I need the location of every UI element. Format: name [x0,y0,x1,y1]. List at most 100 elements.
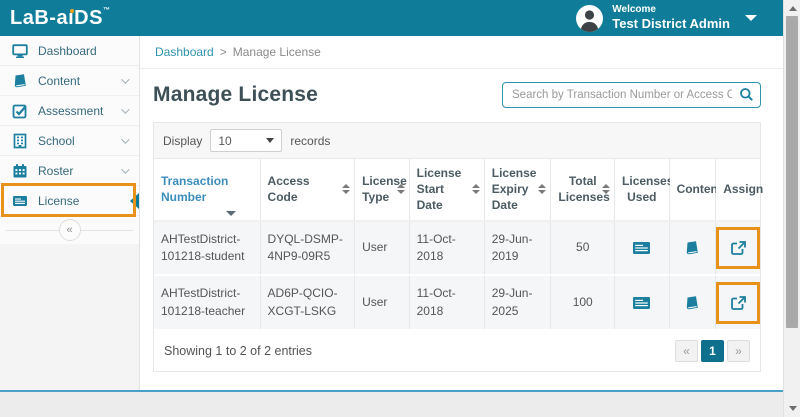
person-icon [576,5,603,32]
cell-license-type: User [355,275,410,330]
pagination-prev-button[interactable]: « [675,340,698,362]
breadcrumb-separator: > [220,45,227,59]
records-label: records [290,134,330,148]
cell-assign [716,275,760,330]
table-row: AHTestDistrict-101218-student DYQL-DSMP-… [154,221,760,276]
column-header-license-type[interactable]: License Type [355,159,410,221]
sort-icon [602,184,610,194]
sidebar-item-school[interactable]: School [0,126,139,156]
cell-transaction-number: AHTestDistrict-101218-teacher [154,275,260,330]
sort-desc-icon [226,211,236,216]
cell-access-code: DYQL-DSMP-4NP9-09R5 [260,221,355,276]
logo-text-pre: LaB-a [10,7,68,29]
table-row: AHTestDistrict-101218-teacher AD6P-QCIO-… [154,275,760,330]
building-icon [12,133,28,149]
sidebar: Dashboard Content Assessment [0,36,140,390]
licenses-used-icon[interactable] [632,240,651,256]
sidebar-item-dashboard[interactable]: Dashboard [0,36,139,66]
cell-expiry-date: 29-Jun-2025 [484,275,551,330]
license-table-panel: Display 10 records [153,122,761,372]
trademark-mark: ™ [103,7,111,14]
sidebar-collapse-button[interactable]: « [59,219,81,241]
cell-licenses-used [615,275,670,330]
sort-icon [472,184,480,194]
user-name: Test District Admin [612,16,730,32]
cell-content [669,275,716,330]
content-book-icon[interactable] [684,240,700,256]
cell-start-date: 11-Oct-2018 [409,275,484,330]
page-body: Dashboard Content Assessment [0,36,783,390]
top-header: LaB-aıDS™ Welcome Test District Admin [0,0,783,36]
chevron-down-icon [121,135,129,143]
sidebar-item-assessment[interactable]: Assessment [0,96,139,126]
sidebar-item-content[interactable]: Content [0,66,139,96]
cell-expiry-date: 29-Jun-2019 [484,221,551,276]
breadcrumb-link-dashboard[interactable]: Dashboard [155,45,214,59]
cell-start-date: 11-Oct-2018 [409,221,484,276]
scrollbar-thumb[interactable] [786,16,798,328]
sidebar-item-label: School [38,134,75,148]
column-header-start-date[interactable]: License Start Date [409,159,484,221]
calendar-icon [12,163,28,179]
breadcrumb: Dashboard > Manage License [140,36,783,69]
column-header-total-licenses[interactable]: Total Licenses [551,159,615,221]
column-header-transaction-number[interactable]: Transaction Number [154,159,260,221]
cell-licenses-used [615,221,670,276]
logo-letter-i: ı [68,7,74,29]
main-content: Dashboard > Manage License Manage Licens… [140,36,783,390]
cell-content [669,221,716,276]
sidebar-item-label: Roster [38,164,73,178]
sidebar-collapse-row: « [0,216,139,244]
page-title: Manage License [153,83,318,107]
pagination-next-button[interactable]: » [727,340,750,362]
sidebar-item-label: Dashboard [38,44,97,58]
breadcrumb-current: Manage License [233,45,321,59]
sort-icon [342,184,350,194]
scroll-down-arrow-icon[interactable] [784,401,800,416]
app-window: LaB-aıDS™ Welcome Test District Admin [0,0,800,417]
search-icon[interactable] [739,87,754,105]
pagination: « 1 » [675,340,750,362]
sidebar-item-roster[interactable]: Roster [0,156,139,186]
column-header-access-code[interactable]: Access Code [260,159,355,221]
table-footer: Showing 1 to 2 of 2 entries « 1 » [154,331,760,371]
licenses-used-icon[interactable] [632,295,651,311]
search-box [502,82,761,108]
display-label: Display [163,134,202,148]
table-length-controls: Display 10 records [154,123,760,159]
cell-assign [716,221,760,276]
brand-logo[interactable]: LaB-aıDS™ [10,7,110,30]
pagination-page-1-button[interactable]: 1 [701,340,724,362]
sort-icon [538,184,546,194]
check-square-icon [12,103,28,119]
license-table: Transaction Number Access Code License T… [154,159,760,331]
sidebar-item-license[interactable]: License [0,186,139,216]
vertical-scrollbar[interactable] [783,0,800,417]
column-header-expiry-date[interactable]: License Expiry Date [484,159,551,221]
search-input[interactable] [502,82,761,108]
sidebar-item-label: Assessment [38,104,103,118]
user-menu[interactable]: Welcome Test District Admin [576,4,757,33]
cell-total-licenses: 50 [551,221,615,276]
chevron-down-icon [121,75,129,83]
entries-summary: Showing 1 to 2 of 2 entries [164,344,312,358]
scroll-up-arrow-icon[interactable] [784,1,800,16]
column-header-licenses-used: Licenses Used [615,159,670,221]
logo-text-post: DS [74,7,103,29]
user-avatar [576,5,603,32]
title-row: Manage License [140,69,783,110]
user-greeting: Welcome Test District Admin [612,4,730,33]
page-size-select[interactable]: 10 [210,129,282,152]
chevron-down-icon [266,138,274,143]
assign-share-icon[interactable] [730,240,747,256]
chevron-down-icon [745,15,757,21]
assign-share-icon[interactable] [730,295,747,311]
sidebar-items: Dashboard Content Assessment [0,36,139,244]
sidebar-item-label: License [38,194,79,208]
page-size-value: 10 [218,134,231,148]
cell-access-code: AD6P-QCIO-XCGT-LSKG [260,275,355,330]
content-book-icon[interactable] [684,295,700,311]
chevron-down-icon [121,105,129,113]
table-header-row: Transaction Number Access Code License T… [154,159,760,221]
welcome-label: Welcome [612,4,730,17]
